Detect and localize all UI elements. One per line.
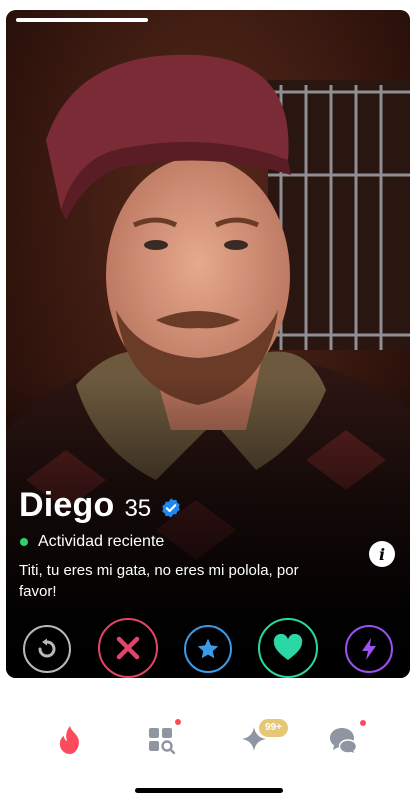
chat-icon <box>330 728 358 754</box>
boost-button[interactable] <box>345 625 393 673</box>
tab-messages[interactable] <box>326 720 366 758</box>
online-dot <box>20 538 28 546</box>
photo-progress-bar <box>16 18 148 22</box>
name-row: Diego 35 <box>19 486 182 525</box>
nope-button[interactable] <box>98 618 158 678</box>
flame-icon <box>59 726 79 754</box>
x-icon <box>116 636 140 660</box>
info-button[interactable]: i <box>369 541 395 567</box>
activity-status: Actividad reciente <box>20 533 164 551</box>
bottom-tab-bar: 99+ <box>0 710 416 780</box>
lightning-icon <box>362 638 376 660</box>
rewind-icon <box>38 638 56 658</box>
rewind-button[interactable] <box>23 625 71 673</box>
action-buttons <box>6 605 410 678</box>
verified-icon <box>162 497 180 518</box>
info-icon: i <box>378 544 386 564</box>
profile-bio: Titi, tu eres mi gata, no eres mi polola… <box>19 562 299 600</box>
home-indicator <box>135 788 283 793</box>
profile-name: Diego <box>19 486 115 524</box>
heart-icon <box>273 634 303 660</box>
activity-text: Actividad reciente <box>38 533 165 550</box>
likes-count-badge: 99+ <box>259 719 288 737</box>
profile-card[interactable]: Diego 35 Actividad reciente Titi, tu ere… <box>6 10 410 678</box>
profile-age: 35 <box>124 495 152 522</box>
tab-explore[interactable] <box>143 719 181 758</box>
like-button[interactable] <box>258 618 318 678</box>
super-like-button[interactable] <box>184 625 232 673</box>
star-icon <box>197 638 219 659</box>
tab-home[interactable] <box>52 722 88 758</box>
messages-notification-dot <box>360 720 366 726</box>
explore-notification-dot <box>175 719 181 725</box>
explore-icon <box>149 728 175 754</box>
